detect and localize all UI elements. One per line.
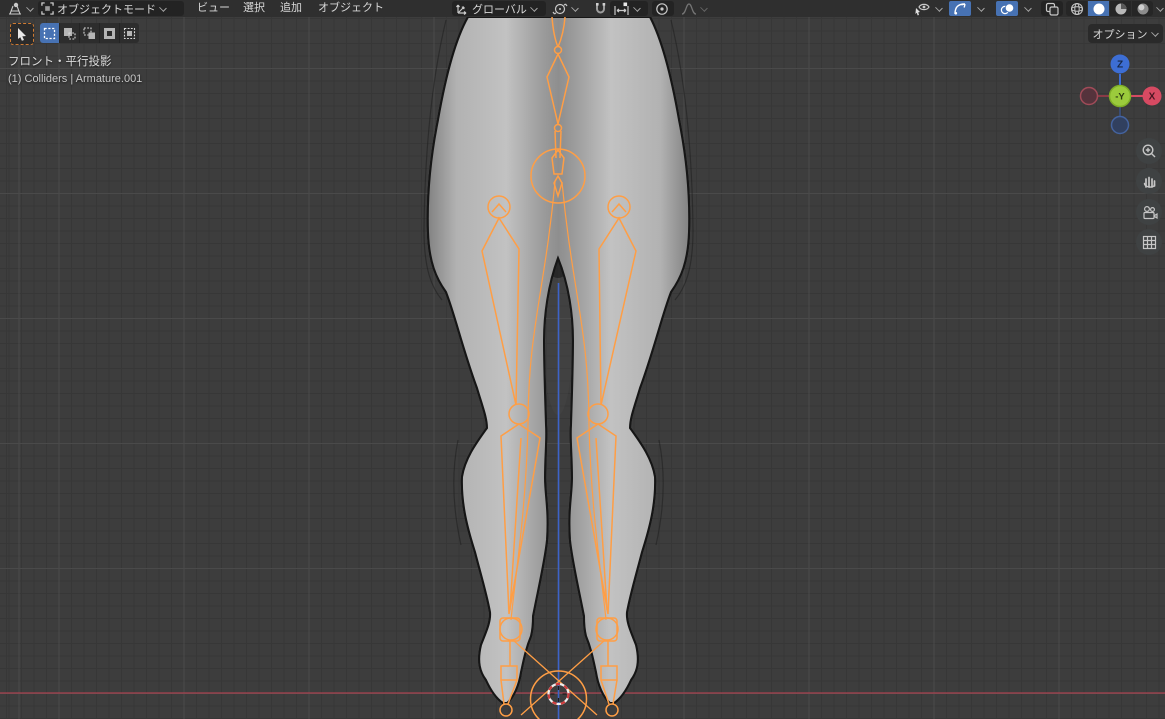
shading-material-icon [1114, 2, 1128, 16]
show-overlays-toggle[interactable] [996, 1, 1018, 16]
menu-add[interactable]: 追加 [276, 0, 306, 17]
chevron-down-icon [700, 4, 708, 12]
ortho-grid-icon [1142, 235, 1157, 250]
chevron-down-icon [571, 4, 579, 12]
object-mode-icon [41, 2, 54, 15]
shading-rendered-icon [1136, 2, 1150, 16]
shading-solid-icon [1092, 2, 1106, 16]
gizmo-dropdown[interactable] [974, 0, 988, 17]
select-mode-intersect[interactable] [120, 23, 139, 43]
transform-orientation-icon [455, 2, 469, 15]
object-visibility-dropdown[interactable] [911, 0, 946, 17]
shading-solid-button[interactable] [1088, 1, 1109, 16]
blender-3d-viewport: オブジェクトモード ビュー 選択 追加 オブジェクト グローバル [0, 0, 1165, 719]
camera-view-button[interactable] [1136, 199, 1162, 225]
transform-orientation-dropdown[interactable]: グローバル [452, 1, 546, 16]
select-mode-set[interactable] [40, 23, 60, 43]
xray-icon [1045, 2, 1059, 16]
gizmo-y-label: -Y [1115, 92, 1125, 103]
tweak-cursor-icon [16, 27, 28, 41]
chevron-down-icon [1024, 4, 1032, 12]
chevron-down-icon [26, 4, 34, 12]
shading-dropdown[interactable] [1153, 0, 1165, 17]
mode-selector-dropdown[interactable]: オブジェクトモード [38, 1, 184, 16]
camera-view-icon [1141, 205, 1158, 220]
zoom-view-button[interactable] [1136, 138, 1162, 164]
toe-target-right[interactable] [606, 704, 618, 716]
view-name-label: フロント・平行投影 [8, 53, 112, 69]
show-gizmo-toggle[interactable] [949, 1, 971, 16]
falloff-curve-icon [681, 2, 697, 16]
viewport-header: オブジェクトモード ビュー 選択 追加 オブジェクト グローバル [0, 0, 1165, 17]
snap-magnet-icon [593, 2, 608, 16]
active-tool-tweak-button[interactable] [10, 23, 34, 45]
menu-view[interactable]: ビュー [193, 0, 234, 17]
active-object-label: (1) Colliders | Armature.001 [8, 73, 142, 85]
proportional-editing-icon [655, 2, 669, 16]
select-intersect-icon [123, 27, 136, 40]
options-label: オプション [1093, 26, 1148, 42]
options-dropdown[interactable]: オプション [1088, 24, 1163, 43]
select-mode-extend[interactable] [60, 23, 80, 43]
select-mode-group [40, 23, 139, 43]
gizmo-x-label: X [1149, 92, 1156, 103]
pan-view-button[interactable] [1136, 168, 1162, 194]
select-mode-invert[interactable] [100, 23, 120, 43]
shading-wireframe-button[interactable] [1066, 1, 1087, 16]
3d-viewport-editor-icon [7, 2, 23, 16]
chevron-down-icon [977, 4, 985, 12]
proportional-falloff-dropdown[interactable] [678, 0, 711, 17]
pivot-point-dropdown[interactable] [549, 0, 582, 17]
chevron-down-icon [935, 4, 943, 12]
navigation-axis-gizmo[interactable]: Z X -Y [1077, 53, 1165, 146]
chevron-down-icon [1151, 29, 1159, 37]
gizmo-axis-z-negative[interactable] [1112, 117, 1129, 134]
orientation-label: グローバル [472, 1, 527, 17]
select-mode-subtract[interactable] [80, 23, 100, 43]
shading-wireframe-icon [1070, 2, 1084, 16]
overlays-dropdown[interactable] [1021, 0, 1035, 17]
snap-target-icon [613, 2, 630, 16]
menu-object[interactable]: オブジェクト [314, 0, 388, 17]
overlays-icon [1000, 2, 1015, 16]
select-invert-icon [103, 27, 116, 40]
snap-target-dropdown[interactable] [610, 1, 648, 16]
proportional-editing-toggle[interactable] [652, 1, 674, 16]
gizmo-arrow-icon [953, 2, 967, 16]
toggle-ortho-button[interactable] [1136, 229, 1162, 255]
toe-target-left[interactable] [500, 704, 512, 716]
select-set-icon [43, 27, 56, 40]
mode-label: オブジェクトモード [57, 1, 156, 17]
gizmo-axis-x-negative[interactable] [1081, 88, 1098, 105]
pan-hand-icon [1141, 173, 1157, 189]
chevron-down-icon [530, 4, 538, 12]
menu-select[interactable]: 選択 [239, 0, 269, 17]
shading-material-button[interactable] [1110, 1, 1131, 16]
chevron-down-icon [159, 4, 167, 12]
select-extend-icon [63, 27, 76, 40]
chevron-down-icon [1156, 4, 1164, 12]
gizmo-z-label: Z [1117, 60, 1123, 71]
visibility-eye-icon [914, 2, 932, 16]
select-subtract-icon [83, 27, 96, 40]
editor-type-selector[interactable] [4, 0, 37, 17]
chevron-down-icon [633, 4, 641, 12]
snap-toggle[interactable] [590, 0, 611, 17]
shading-rendered-button[interactable] [1132, 1, 1153, 16]
pivot-point-icon [552, 2, 568, 16]
xray-toggle[interactable] [1041, 1, 1063, 16]
scene-3d [0, 0, 1165, 719]
zoom-icon [1141, 143, 1157, 159]
